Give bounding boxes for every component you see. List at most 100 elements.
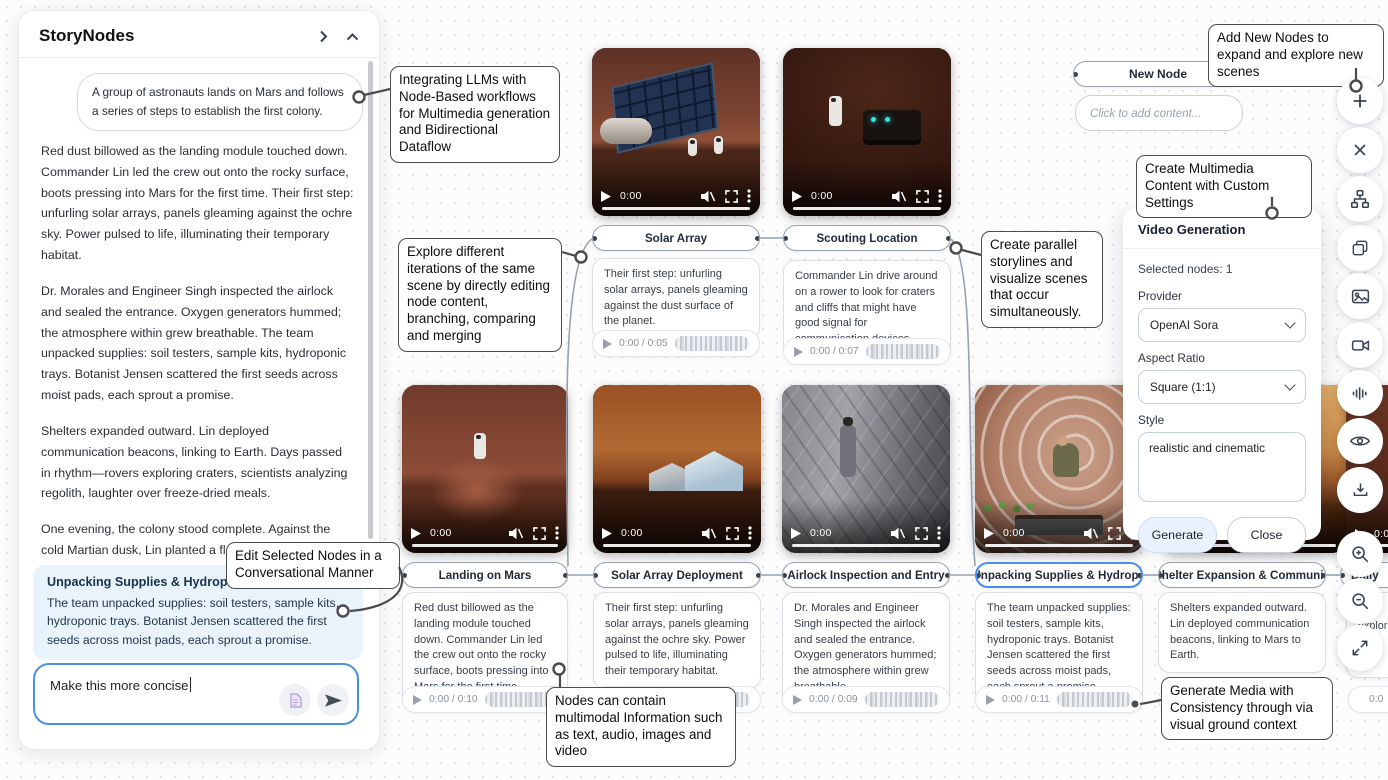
video-progress[interactable] [793,207,941,211]
annotation-multimodal: Nodes can contain multimodal Information… [546,687,736,767]
video-progress[interactable] [792,544,940,548]
attach-document-button[interactable] [279,684,311,716]
close-icon [1350,140,1370,160]
auto-layout-button[interactable] [1337,176,1383,222]
generate-button[interactable]: Generate [1138,517,1217,553]
divider [19,57,379,58]
node-title-pill[interactable]: Scouting Location [783,225,951,251]
fullscreen-icon[interactable] [915,527,928,540]
video-player[interactable]: 0:00 [402,385,568,553]
audio-player[interactable]: 0:0 [1348,686,1388,713]
audio-player[interactable]: 0:00 / 0:07 [783,338,951,365]
node-title-pill[interactable]: Airlock Inspection and Entry [782,562,950,588]
annotation-multimedia-settings: Create Multimedia Content with Custom Se… [1136,155,1312,218]
fullscreen-icon[interactable] [916,190,929,203]
close-button[interactable]: Close [1227,517,1306,553]
fit-view-button[interactable] [1337,625,1383,671]
mute-icon[interactable] [890,527,906,540]
play-icon[interactable] [411,528,421,539]
menu-icon[interactable] [938,189,942,203]
menu-icon[interactable] [555,526,559,540]
video-progress[interactable] [412,544,558,548]
zoom-in-button[interactable] [1337,531,1383,577]
node-title: Landing on Mars [439,569,532,582]
play-icon[interactable] [602,528,612,539]
aspect-ratio-select[interactable]: Square (1:1) [1138,370,1306,404]
provider-select[interactable]: OpenAI Sora [1138,308,1306,342]
audio-play-icon[interactable] [413,695,422,705]
audio-time: 0:00 / 0:10 [429,694,478,705]
node-title-pill[interactable]: Solar Array Deployment [593,562,761,588]
video-player[interactable]: 0:00 [592,48,760,216]
video-player[interactable]: 0:00 [783,48,951,216]
video-node-button[interactable] [1337,322,1383,368]
fullscreen-icon[interactable] [726,527,739,540]
audio-play-icon[interactable] [793,695,802,705]
duplicate-button[interactable] [1337,225,1383,271]
audio-waveform [866,344,940,359]
mute-icon[interactable] [508,527,524,540]
node-text-card[interactable]: Their first step: unfurling solar arrays… [593,592,761,689]
chat-input[interactable]: Make this more concise [33,663,359,725]
new-node-placeholder: Click to add content... [1090,107,1202,120]
node-title-pill[interactable]: Shelter Expansion & Communic [1158,562,1326,588]
node-text-card[interactable]: Their first step: unfurling solar arrays… [592,258,760,339]
node-title: Scouting Location [816,232,917,245]
video-time: 0:00 [430,527,452,539]
audio-play-icon[interactable] [986,695,995,705]
node-title-pill[interactable]: Solar Array [592,225,760,251]
play-icon[interactable] [984,528,994,539]
annotation-text: Create parallel storylines and visualize… [990,237,1088,319]
visibility-button[interactable] [1337,418,1383,464]
video-player[interactable]: 0:00 [975,385,1143,553]
video-progress[interactable] [603,544,751,548]
download-icon [1350,480,1371,501]
mute-icon[interactable] [700,190,716,203]
video-player[interactable]: 0:00 [593,385,761,553]
audio-play-icon[interactable] [603,339,612,349]
mute-icon[interactable] [701,527,717,540]
app-title: StoryNodes [39,26,134,46]
new-node-content-input[interactable]: Click to add content... [1075,95,1243,131]
audio-player[interactable]: 0:00 / 0:09 [782,686,950,713]
audio-player[interactable]: 0:00 / 0:10 [402,686,568,713]
audio-waveform [675,336,749,351]
audio-play-icon[interactable] [794,347,803,357]
video-progress[interactable] [602,207,750,211]
clear-button[interactable] [1337,127,1383,173]
node-title-pill[interactable]: Landing on Mars [402,562,568,588]
mute-icon[interactable] [1083,527,1099,540]
play-icon[interactable] [792,191,802,202]
send-button[interactable] [317,684,349,716]
mute-icon[interactable] [891,190,907,203]
download-button[interactable] [1337,467,1383,513]
chevron-up-icon[interactable] [346,32,359,41]
audio-node-button[interactable] [1337,370,1383,416]
node-text-card[interactable]: Shelters expanded outward. Lin deployed … [1158,592,1326,673]
menu-icon[interactable] [937,526,941,540]
menu-icon[interactable] [748,526,752,540]
chevron-right-icon[interactable] [318,30,330,43]
audio-player[interactable]: 0:00 / 0:11 [975,686,1143,713]
canvas[interactable]: 0:00 0:00 Solar Array Scouting Location … [0,0,1388,780]
video-camera-icon [1350,335,1371,356]
fullscreen-icon[interactable] [725,190,738,203]
add-node-button[interactable] [1337,78,1383,124]
fullscreen-icon[interactable] [1108,527,1121,540]
audio-player[interactable]: 0:00 / 0:05 [592,330,760,357]
video-progress[interactable] [985,544,1133,548]
play-icon[interactable] [601,191,611,202]
play-icon[interactable] [791,528,801,539]
story-text[interactable]: Red dust billowed as the landing module … [41,141,355,561]
zoom-out-button[interactable] [1337,578,1383,624]
menu-icon[interactable] [747,189,751,203]
panel-scrollbar[interactable] [368,61,373,539]
style-textarea[interactable]: realistic and cinematic [1138,432,1306,502]
image-node-button[interactable] [1337,273,1383,319]
story-prompt-bubble[interactable]: A group of astronauts lands on Mars and … [77,73,363,131]
video-player[interactable]: 0:00 [782,385,950,553]
fullscreen-icon[interactable] [533,527,546,540]
node-title-pill-selected[interactable]: Unpacking Supplies & Hydropo [975,562,1143,588]
audio-time: 0:00 / 0:07 [810,346,859,357]
astronaut-art [714,136,723,154]
